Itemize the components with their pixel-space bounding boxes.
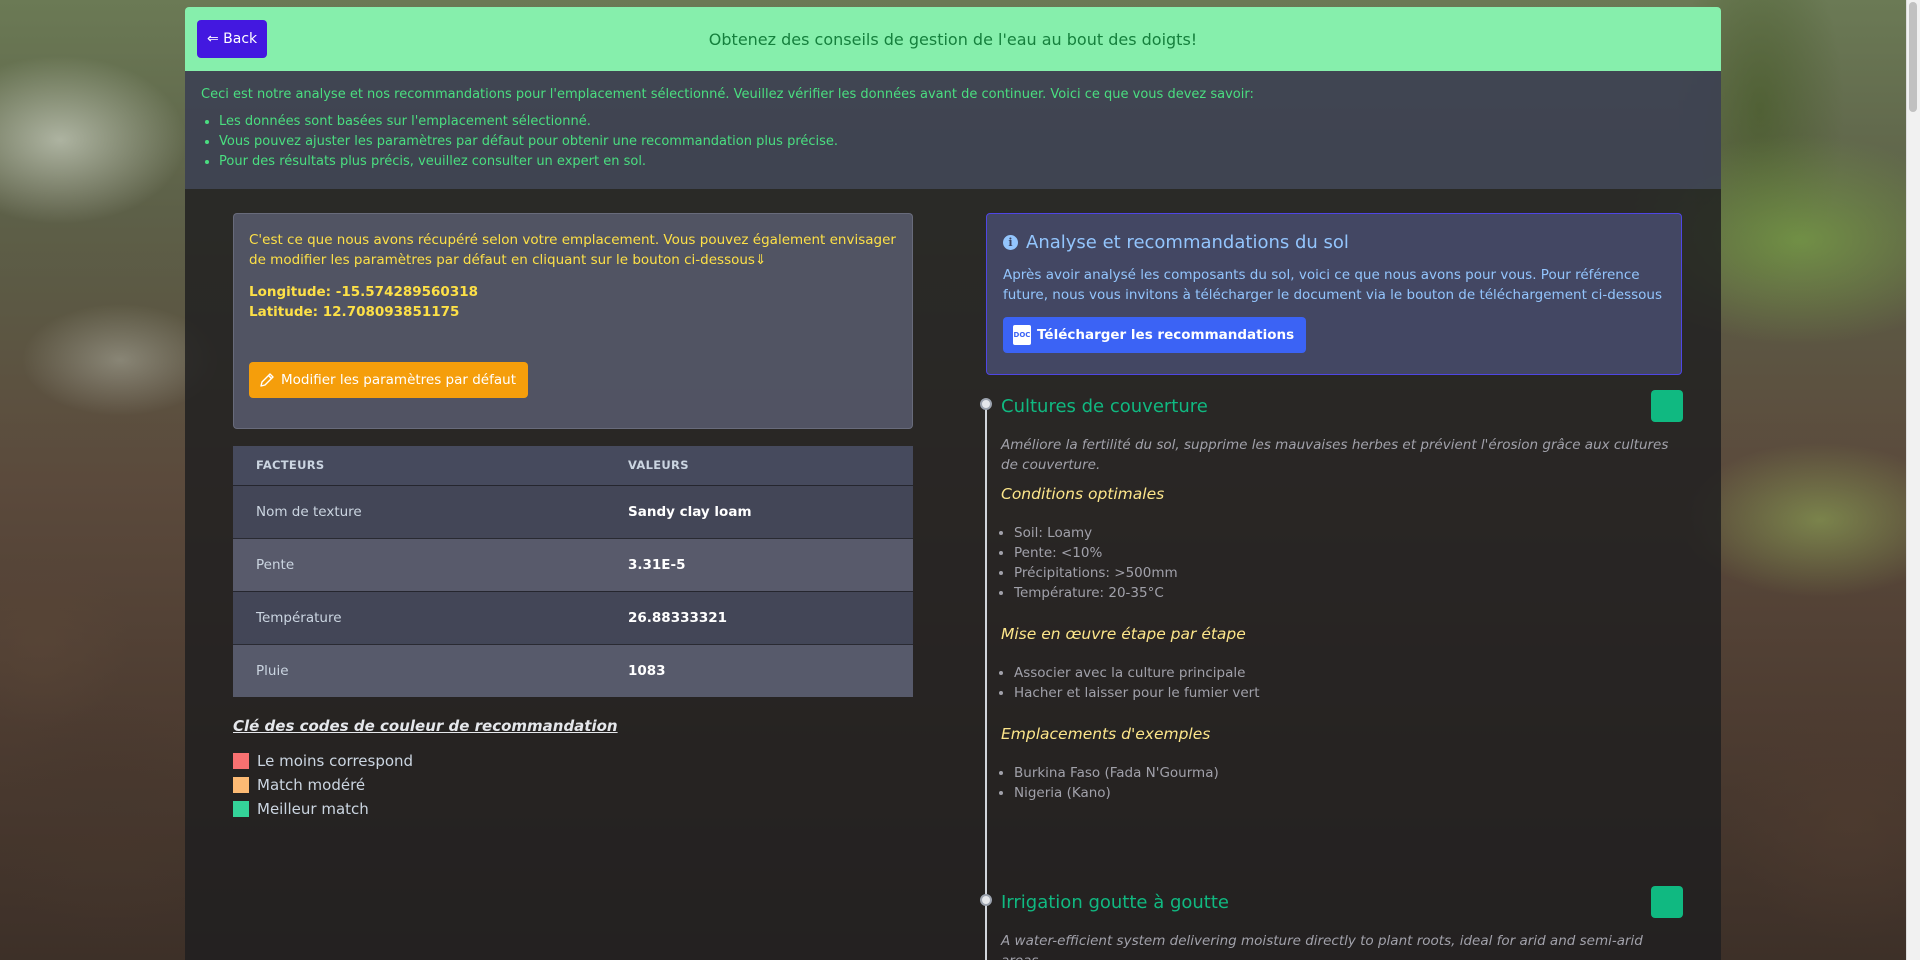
value-cell: 3.31E-5 (605, 537, 913, 591)
header-bar: ⇐ Back Obtenez des conseils de gestion d… (185, 7, 1721, 71)
list-item: Pente: <10% (1014, 543, 1683, 563)
recommendation-item: Irrigation goutte à goutte A water-effic… (1001, 885, 1683, 960)
recommendation-item: Cultures de couverture Améliore la ferti… (1001, 389, 1683, 825)
legend-swatch-moderate (233, 777, 249, 793)
section-heading: Emplacements d'exemples (1001, 725, 1211, 743)
edit-defaults-label: Modifier les paramètres par défaut (281, 372, 516, 388)
download-label: Télécharger les recommandations (1037, 327, 1295, 343)
list-item: Nigeria (Kano) (1014, 783, 1683, 803)
soil-analysis-heading: i Analyse et recommandations du sol (1003, 232, 1665, 253)
legend-swatch-best (233, 801, 249, 817)
page-title: Obtenez des conseils de gestion de l'eau… (708, 29, 1198, 49)
section-list: Soil: Loamy Pente: <10% Précipitations: … (1001, 523, 1683, 603)
list-item: Température: 20-35°C (1014, 583, 1683, 603)
scrollbar[interactable] (1906, 0, 1920, 960)
legend-title: Clé des codes de couleur de recommandati… (233, 717, 618, 735)
column-header-values: VALEURS (605, 446, 913, 485)
recommendation-description: Améliore la fertilité du sol, supprime l… (1001, 437, 1669, 473)
factor-cell: Nom de texture (233, 484, 605, 538)
list-item: Hacher et laisser pour le fumier vert (1014, 683, 1683, 703)
location-card: C'est ce que nous avons récupéré selon v… (233, 213, 913, 429)
factor-cell: Pente (233, 537, 605, 591)
list-item: Soil: Loamy (1014, 523, 1683, 543)
section-list: Associer avec la culture principale Hach… (1001, 663, 1683, 703)
coordinates: Longitude: -15.574289560318 Latitude: 12… (249, 282, 897, 322)
longitude-value: Longitude: -15.574289560318 (249, 284, 478, 300)
value-cell: Sandy clay loam (605, 484, 913, 538)
page-container: ⇐ Back Obtenez des conseils de gestion d… (185, 7, 1721, 960)
table-row: Pluie 1083 (233, 643, 913, 697)
list-item: Associer avec la culture principale (1014, 663, 1683, 683)
value-cell: 1083 (605, 643, 913, 697)
factor-cell: Pluie (233, 643, 605, 697)
timeline-dot (980, 894, 992, 906)
soil-analysis-description: Après avoir analysé les composants du so… (1003, 267, 1662, 303)
recommendation-title: Cultures de couverture (1001, 395, 1208, 417)
table-row: Nom de texture Sandy clay loam (233, 484, 913, 538)
back-button[interactable]: ⇐ Back (197, 20, 268, 58)
factors-table: FACTEURS VALEURS Nom de texture Sandy cl… (233, 446, 913, 697)
scrollbar-thumb[interactable] (1909, 2, 1917, 112)
match-badge (1651, 886, 1683, 918)
value-cell: 26.88333321 (605, 590, 913, 644)
info-item: Les données sont basées sur l'emplacemen… (219, 112, 1705, 132)
info-item: Vous pouvez ajuster les paramètres par d… (219, 132, 1705, 152)
document-icon: DOC (1013, 325, 1031, 345)
factor-cell: Température (233, 590, 605, 644)
table-header-row: FACTEURS VALEURS (233, 446, 913, 485)
section-heading: Conditions optimales (1001, 485, 1165, 503)
recommendation-description: A water-efficient system delivering mois… (1001, 933, 1643, 960)
info-banner: Ceci est notre analyse et nos recommanda… (185, 71, 1721, 189)
soil-analysis-title: Analyse et recommandations du sol (1026, 232, 1349, 253)
match-badge (1651, 390, 1683, 422)
table-row: Pente 3.31E-5 (233, 537, 913, 591)
section-list: Burkina Faso (Fada N'Gourma) Nigeria (Ka… (1001, 763, 1683, 803)
info-item: Pour des résultats plus précis, veuillez… (219, 152, 1705, 172)
list-item: Burkina Faso (Fada N'Gourma) (1014, 763, 1683, 783)
edit-defaults-button[interactable]: Modifier les paramètres par défaut (249, 362, 528, 398)
latitude-value: Latitude: 12.708093851175 (249, 304, 460, 320)
legend-label: Match modéré (257, 776, 366, 794)
pencil-icon (260, 373, 274, 387)
timeline-dot (980, 398, 992, 410)
recommendation-title: Irrigation goutte à goutte (1001, 891, 1229, 913)
legend-swatch-least (233, 753, 249, 769)
legend-label: Meilleur match (257, 800, 369, 818)
soil-analysis-card: i Analyse et recommandations du sol Aprè… (986, 213, 1682, 375)
main-content: C'est ce que nous avons récupéré selon v… (185, 189, 1721, 960)
info-intro: Ceci est notre analyse et nos recommanda… (201, 87, 1254, 102)
list-item: Précipitations: >500mm (1014, 563, 1683, 583)
legend-item: Le moins correspond (233, 749, 618, 773)
timeline-line (985, 399, 987, 960)
recommendation-header: Irrigation goutte à goutte (1001, 885, 1683, 919)
download-recommendations-button[interactable]: DOC Télécharger les recommandations (1003, 317, 1307, 353)
table-row: Température 26.88333321 (233, 590, 913, 644)
legend-item: Meilleur match (233, 797, 618, 821)
section-heading: Mise en œuvre étape par étape (1001, 625, 1246, 643)
recommendation-header: Cultures de couverture (1001, 389, 1683, 423)
location-description: C'est ce que nous avons récupéré selon v… (249, 232, 896, 268)
info-icon: i (1003, 235, 1018, 250)
color-legend: Clé des codes de couleur de recommandati… (233, 717, 618, 821)
legend-label: Le moins correspond (257, 752, 414, 770)
info-list: Les données sont basées sur l'emplacemen… (201, 112, 1705, 172)
column-header-factors: FACTEURS (233, 446, 605, 485)
legend-item: Match modéré (233, 773, 618, 797)
